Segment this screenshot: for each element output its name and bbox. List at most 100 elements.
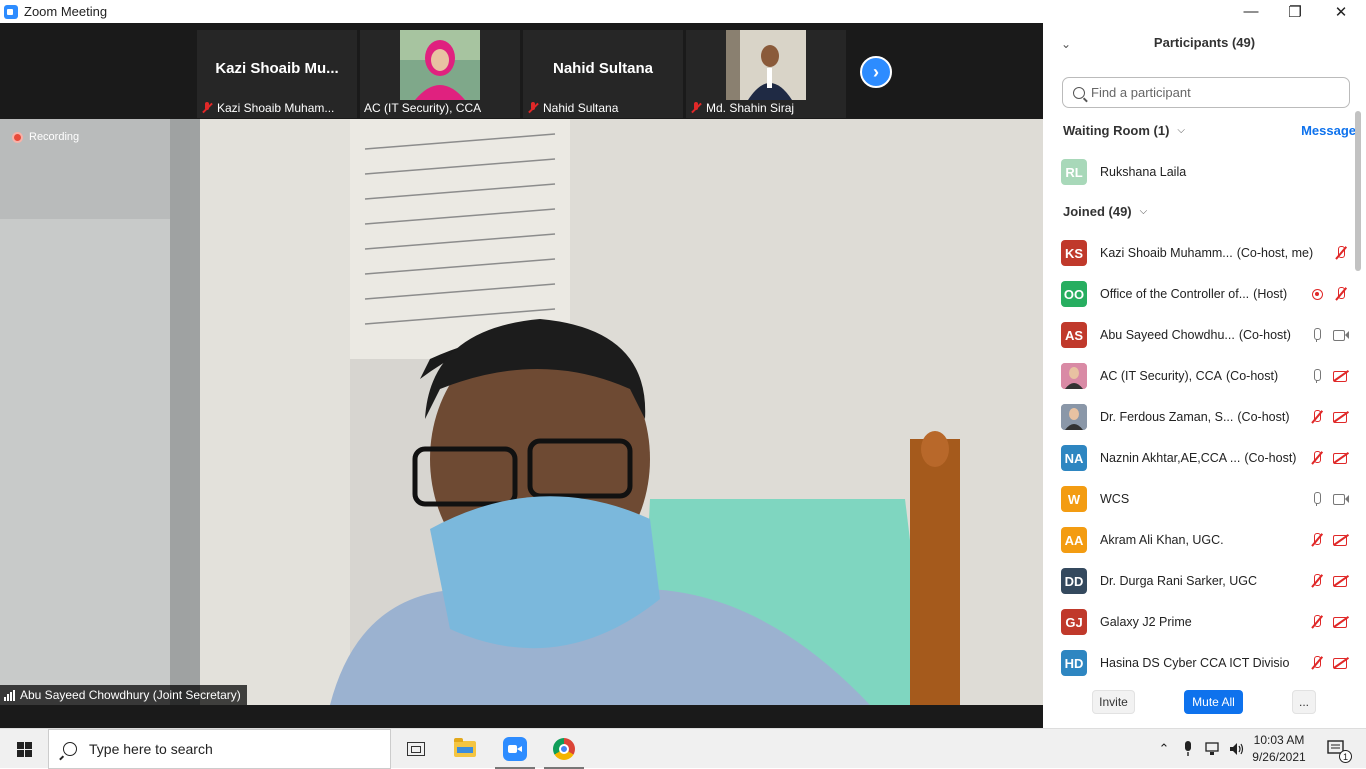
video-off-icon[interactable] [1333, 410, 1349, 424]
more-options-button[interactable]: ... [1292, 690, 1316, 714]
waiting-room-header[interactable]: Waiting Room (1) ⌵ [1063, 123, 1185, 138]
video-camera-icon[interactable] [1333, 328, 1349, 342]
task-view-button[interactable] [392, 729, 440, 769]
notification-center-button[interactable]: 1 [1320, 729, 1356, 769]
thumbnail-tile[interactable]: Kazi Shoaib Mu... Kazi Shoaib Muham... [197, 30, 357, 118]
mute-all-button[interactable]: Mute All [1184, 690, 1243, 714]
participant-search[interactable] [1062, 77, 1350, 108]
participant-row[interactable]: W WCS [1061, 486, 1349, 512]
participant-row[interactable]: GJ Galaxy J2 Prime [1061, 609, 1347, 635]
panel-scrollbar[interactable] [1355, 111, 1361, 271]
taskbar-search[interactable]: Type here to search [48, 729, 391, 769]
microphone-icon[interactable] [1309, 492, 1325, 506]
participant-row[interactable]: OO Office of the Controller of... (Host) [1061, 281, 1345, 307]
thumbnail-strip: Kazi Shoaib Mu... Kazi Shoaib Muham... A… [0, 23, 1043, 119]
participant-row[interactable]: AC (IT Security), CCA (Co-host) [1061, 363, 1347, 389]
recording-icon[interactable] [1309, 287, 1325, 301]
zoom-taskbar-button[interactable] [491, 729, 539, 769]
tile-name-label: Md. Shahin Siraj [690, 101, 842, 115]
avatar: OO [1061, 281, 1087, 307]
mic-off-icon [690, 102, 702, 114]
participant-status-icons [1309, 574, 1349, 588]
mic-off-icon [527, 102, 539, 114]
recording-indicator[interactable]: Recording [12, 131, 79, 143]
microphone-muted-icon[interactable] [1309, 533, 1325, 547]
participant-row[interactable]: HD Hasina DS Cyber CCA ICT Divisio... [1061, 650, 1347, 676]
panel-footer: Invite Mute All ... [1043, 683, 1366, 723]
clock-time: 10:03 AM [1253, 733, 1305, 747]
tile-name-label: Kazi Shoaib Muham... [201, 101, 353, 115]
minimize-button[interactable]: — [1228, 0, 1274, 23]
microphone-tray-icon[interactable] [1178, 729, 1198, 769]
participant-role: (Co-host) [1237, 410, 1290, 424]
meeting-area: Kazi Shoaib Mu... Kazi Shoaib Muham... A… [0, 23, 1043, 728]
start-button[interactable] [0, 729, 48, 769]
show-hidden-icons-button[interactable]: ⌃ [1154, 729, 1174, 769]
waiting-participant-row[interactable]: RL Rukshana Laila [1061, 159, 1341, 185]
video-camera-icon[interactable] [1333, 492, 1349, 506]
file-explorer-button[interactable] [441, 729, 489, 769]
thumbnail-tile[interactable]: AC (IT Security), CCA [360, 30, 520, 118]
avatar: W [1061, 486, 1087, 512]
participant-row[interactable]: AS Abu Sayeed Chowdhu... (Co-host) [1061, 322, 1349, 348]
microphone-muted-icon[interactable] [1309, 656, 1325, 670]
participant-role: (Co-host) [1226, 369, 1279, 383]
participant-photo [726, 30, 806, 100]
search-input[interactable] [1091, 85, 1331, 100]
participant-status-icons [1309, 615, 1349, 629]
speaker-video-frame [0, 119, 1043, 705]
close-button[interactable]: ✕ [1318, 0, 1364, 23]
windows-taskbar: Type here to search ⌃ 10:03 AM 9/26/2021… [0, 728, 1366, 769]
volume-tray-icon[interactable] [1226, 729, 1248, 769]
active-speaker-name: Abu Sayeed Chowdhury (Joint Secretary) [20, 688, 241, 702]
video-off-icon[interactable] [1333, 656, 1349, 670]
video-off-icon[interactable] [1333, 615, 1349, 629]
participant-name: WCS [1100, 492, 1130, 506]
participant-name: Dr. Ferdous Zaman, S... [1100, 410, 1234, 424]
participant-name: Naznin Akhtar,AE,CCA ... [1100, 451, 1241, 465]
zoom-icon [503, 737, 527, 761]
participant-row[interactable]: AA Akram Ali Khan, UGC. [1061, 527, 1347, 553]
avatar [1061, 404, 1087, 430]
video-off-icon[interactable] [1333, 574, 1349, 588]
video-off-icon[interactable] [1333, 451, 1349, 465]
tile-display-name: Nahid Sultana [552, 60, 653, 77]
participant-row[interactable]: NA Naznin Akhtar,AE,CCA ... (Co-host) [1061, 445, 1347, 471]
search-icon [1073, 86, 1085, 99]
chevron-down-icon: ⌵ [1139, 206, 1148, 217]
next-page-button[interactable]: › [860, 56, 892, 88]
participant-row[interactable]: Dr. Ferdous Zaman, S... (Co-host) [1061, 404, 1347, 430]
participant-name: Abu Sayeed Chowdhu... [1100, 328, 1235, 342]
participant-row[interactable]: KS Kazi Shoaib Muhamm... (Co-host, me) [1061, 240, 1345, 266]
avatar: GJ [1061, 609, 1087, 635]
participant-name: Office of the Controller of... [1100, 287, 1250, 301]
joined-header[interactable]: Joined (49) ⌵ [1063, 204, 1147, 219]
avatar: KS [1061, 240, 1087, 266]
thumbnail-tile[interactable]: Md. Shahin Siraj [686, 30, 846, 118]
microphone-icon[interactable] [1309, 328, 1325, 342]
network-tray-icon[interactable] [1202, 729, 1224, 769]
participant-name: Kazi Shoaib Muhamm... [1100, 246, 1233, 260]
microphone-muted-icon[interactable] [1309, 615, 1325, 629]
participant-photo [400, 30, 480, 100]
video-off-icon[interactable] [1333, 533, 1349, 547]
message-link[interactable]: Message [1301, 123, 1356, 138]
microphone-icon[interactable] [1309, 369, 1325, 383]
recording-label: Recording [29, 131, 80, 143]
tile-label-text: Kazi Shoaib Muham... [217, 101, 335, 115]
video-off-icon[interactable] [1333, 369, 1349, 383]
system-clock[interactable]: 10:03 AM 9/26/2021 [1248, 732, 1310, 766]
participants-panel: ⌄ Participants (49) Waiting Room (1) ⌵ M… [1043, 23, 1366, 728]
thumbnail-tile[interactable]: Nahid Sultana Nahid Sultana [523, 30, 683, 118]
participant-row[interactable]: DD Dr. Durga Rani Sarker, UGC [1061, 568, 1347, 594]
microphone-muted-icon[interactable] [1333, 246, 1349, 260]
maximize-button[interactable]: ❐ [1272, 0, 1318, 23]
chrome-taskbar-button[interactable] [540, 729, 588, 769]
microphone-muted-icon[interactable] [1333, 287, 1349, 301]
invite-button[interactable]: Invite [1092, 690, 1135, 714]
avatar: DD [1061, 568, 1087, 594]
microphone-muted-icon[interactable] [1309, 410, 1325, 424]
microphone-muted-icon[interactable] [1309, 574, 1325, 588]
meeting-footer-bar [0, 705, 1043, 728]
microphone-muted-icon[interactable] [1309, 451, 1325, 465]
